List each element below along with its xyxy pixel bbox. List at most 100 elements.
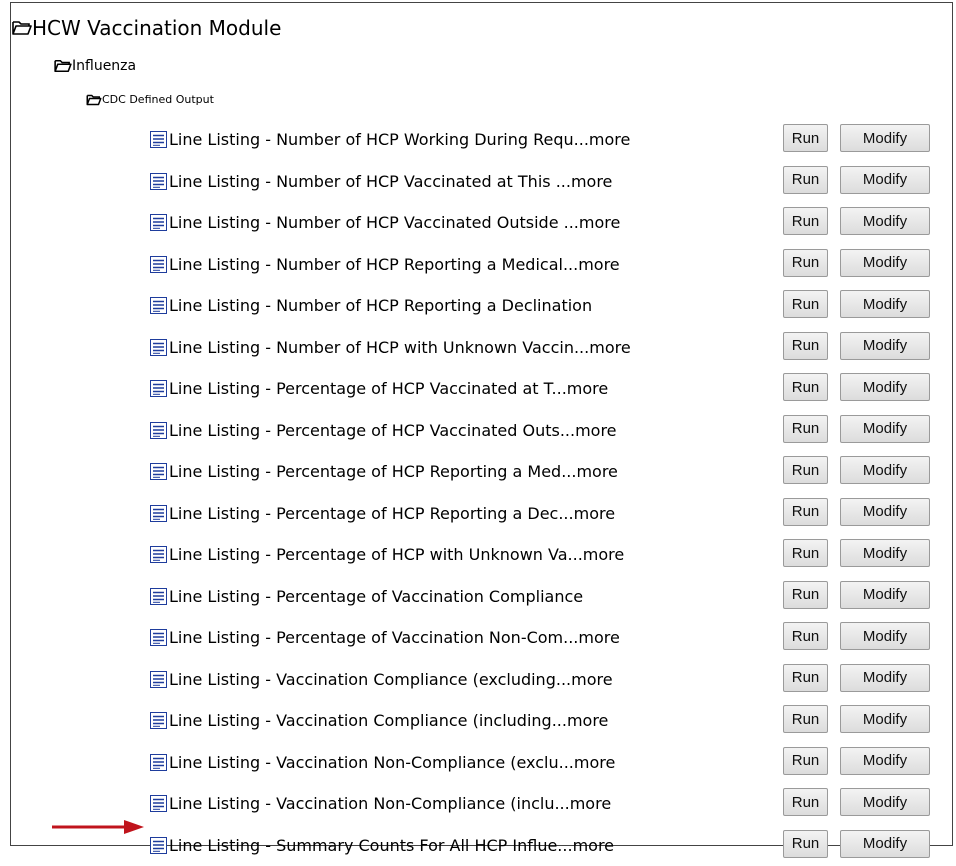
report-link[interactable]: Line Listing - Percentage of HCP Reporti… bbox=[150, 493, 615, 534]
report-link[interactable]: Line Listing - Percentage of HCP Vaccina… bbox=[150, 368, 608, 409]
run-button[interactable]: Run bbox=[783, 414, 828, 443]
report-row: Line Listing - Vaccination Non-Complianc… bbox=[0, 783, 956, 824]
modify-button[interactable]: Modify bbox=[840, 290, 930, 318]
modify-button[interactable]: Modify bbox=[840, 456, 930, 484]
report-link[interactable]: Line Listing - Number of HCP Reporting a… bbox=[150, 244, 620, 285]
more-link[interactable]: more bbox=[589, 338, 630, 357]
report-document-icon bbox=[150, 629, 167, 646]
more-link[interactable]: more bbox=[578, 255, 619, 274]
report-document-icon bbox=[150, 338, 167, 356]
report-row: Line Listing - Vaccination Compliance (e… bbox=[0, 659, 956, 700]
report-row: Line Listing - Vaccination Compliance (i… bbox=[0, 700, 956, 741]
report-row: Line Listing - Number of HCP Vaccinated … bbox=[0, 161, 956, 202]
report-row: Line Listing - Percentage of HCP Vaccina… bbox=[0, 368, 956, 409]
report-link[interactable]: Line Listing - Vaccination Non-Complianc… bbox=[150, 742, 615, 783]
more-link[interactable]: more bbox=[589, 130, 630, 149]
more-link[interactable]: more bbox=[567, 379, 608, 398]
more-link[interactable]: more bbox=[567, 711, 608, 730]
run-button[interactable]: Run bbox=[783, 248, 828, 277]
run-button[interactable]: Run bbox=[783, 539, 828, 567]
modify-button[interactable]: Modify bbox=[840, 705, 930, 733]
modify-button[interactable]: Modify bbox=[840, 207, 930, 235]
run-button[interactable]: Run bbox=[783, 290, 828, 318]
modify-button[interactable]: Modify bbox=[840, 373, 930, 401]
report-document-icon bbox=[150, 504, 167, 522]
report-link[interactable]: Line Listing - Number of HCP Working Dur… bbox=[150, 119, 630, 160]
run-button[interactable]: Run bbox=[783, 580, 828, 609]
report-link[interactable]: Line Listing - Number of HCP Vaccinated … bbox=[150, 202, 620, 243]
run-button[interactable]: Run bbox=[783, 829, 828, 858]
module-label: HCW Vaccination Module bbox=[32, 16, 282, 40]
run-button[interactable]: Run bbox=[783, 373, 828, 401]
more-link[interactable]: more bbox=[573, 836, 614, 855]
report-link[interactable]: Line Listing - Vaccination Compliance (e… bbox=[150, 659, 613, 700]
modify-button[interactable]: Modify bbox=[840, 414, 930, 443]
modify-button[interactable]: Modify bbox=[840, 663, 930, 692]
report-link[interactable]: Line Listing - Percentage of HCP with Un… bbox=[150, 534, 624, 575]
run-button[interactable]: Run bbox=[783, 622, 828, 650]
more-link[interactable]: more bbox=[574, 753, 615, 772]
more-link[interactable]: more bbox=[571, 172, 612, 191]
more-link[interactable]: more bbox=[579, 213, 620, 232]
report-link[interactable]: Line Listing - Percentage of HCP Vaccina… bbox=[150, 410, 617, 451]
report-title: Line Listing - Vaccination Non-Complianc… bbox=[169, 794, 570, 813]
report-row: Line Listing - Number of HCP Working Dur… bbox=[0, 119, 956, 160]
run-button[interactable]: Run bbox=[783, 331, 828, 360]
report-link[interactable]: Line Listing - Number of HCP with Unknow… bbox=[150, 327, 631, 368]
report-link[interactable]: Line Listing - Percentage of HCP Reporti… bbox=[150, 451, 618, 492]
tree-node-influenza[interactable]: Influenza bbox=[54, 58, 136, 74]
report-title: Line Listing - Number of HCP Vaccinated … bbox=[169, 171, 571, 191]
report-document-icon bbox=[150, 587, 167, 605]
more-link[interactable]: more bbox=[575, 421, 616, 440]
report-row: Line Listing - Percentage of HCP Reporti… bbox=[0, 493, 956, 534]
report-row: Line Listing - Number of HCP Vaccinated … bbox=[0, 202, 956, 243]
modify-button[interactable]: Modify bbox=[840, 331, 930, 360]
modify-button[interactable]: Modify bbox=[840, 539, 930, 567]
report-link[interactable]: Line Listing - Vaccination Non-Complianc… bbox=[150, 783, 611, 824]
run-button[interactable]: Run bbox=[783, 497, 828, 526]
modify-button[interactable]: Modify bbox=[840, 622, 930, 650]
report-link[interactable]: Line Listing - Summary Counts For All HC… bbox=[150, 825, 614, 866]
report-document-icon bbox=[150, 712, 167, 729]
run-button[interactable]: Run bbox=[783, 165, 828, 194]
report-document-icon bbox=[150, 670, 167, 688]
run-button[interactable]: Run bbox=[783, 124, 828, 152]
modify-button[interactable]: Modify bbox=[840, 746, 930, 775]
report-link[interactable]: Line Listing - Number of HCP Vaccinated … bbox=[150, 161, 612, 202]
run-button[interactable]: Run bbox=[783, 746, 828, 775]
report-document-icon bbox=[150, 131, 167, 148]
run-button[interactable]: Run bbox=[783, 705, 828, 733]
report-row: Line Listing - Vaccination Non-Complianc… bbox=[0, 742, 956, 783]
report-title: Line Listing - Percentage of HCP Reporti… bbox=[169, 503, 574, 523]
report-title: Line Listing - Percentage of Vaccination… bbox=[169, 628, 579, 647]
report-link[interactable]: Line Listing - Percentage of Vaccination… bbox=[150, 617, 620, 658]
run-button[interactable]: Run bbox=[783, 788, 828, 816]
report-document-icon bbox=[150, 463, 167, 480]
report-document-icon bbox=[150, 753, 167, 771]
run-button[interactable]: Run bbox=[783, 207, 828, 235]
more-link[interactable]: more bbox=[571, 670, 612, 689]
tree-node-module[interactable]: HCW Vaccination Module bbox=[12, 16, 281, 40]
modify-button[interactable]: Modify bbox=[840, 497, 930, 526]
report-title: Line Listing - Percentage of Vaccination… bbox=[169, 586, 584, 606]
modify-button[interactable]: Modify bbox=[840, 165, 930, 194]
run-button[interactable]: Run bbox=[783, 456, 828, 484]
report-document-icon bbox=[150, 421, 167, 439]
report-document-icon bbox=[150, 546, 167, 563]
modify-button[interactable]: Modify bbox=[840, 580, 930, 609]
more-link[interactable]: more bbox=[576, 462, 617, 481]
run-button[interactable]: Run bbox=[783, 663, 828, 692]
modify-button[interactable]: Modify bbox=[840, 248, 930, 277]
report-link[interactable]: Line Listing - Percentage of Vaccination… bbox=[150, 576, 583, 617]
tree-node-cdc-output[interactable]: CDC Defined Output bbox=[86, 93, 214, 106]
more-link[interactable]: more bbox=[583, 545, 624, 564]
more-link[interactable]: more bbox=[570, 794, 611, 813]
report-row: Line Listing - Percentage of HCP Vaccina… bbox=[0, 410, 956, 451]
modify-button[interactable]: Modify bbox=[840, 829, 930, 858]
more-link[interactable]: more bbox=[578, 628, 619, 647]
modify-button[interactable]: Modify bbox=[840, 124, 930, 152]
more-link[interactable]: more bbox=[574, 504, 615, 523]
modify-button[interactable]: Modify bbox=[840, 788, 930, 816]
report-link[interactable]: Line Listing - Vaccination Compliance (i… bbox=[150, 700, 608, 741]
report-link[interactable]: Line Listing - Number of HCP Reporting a… bbox=[150, 285, 592, 326]
